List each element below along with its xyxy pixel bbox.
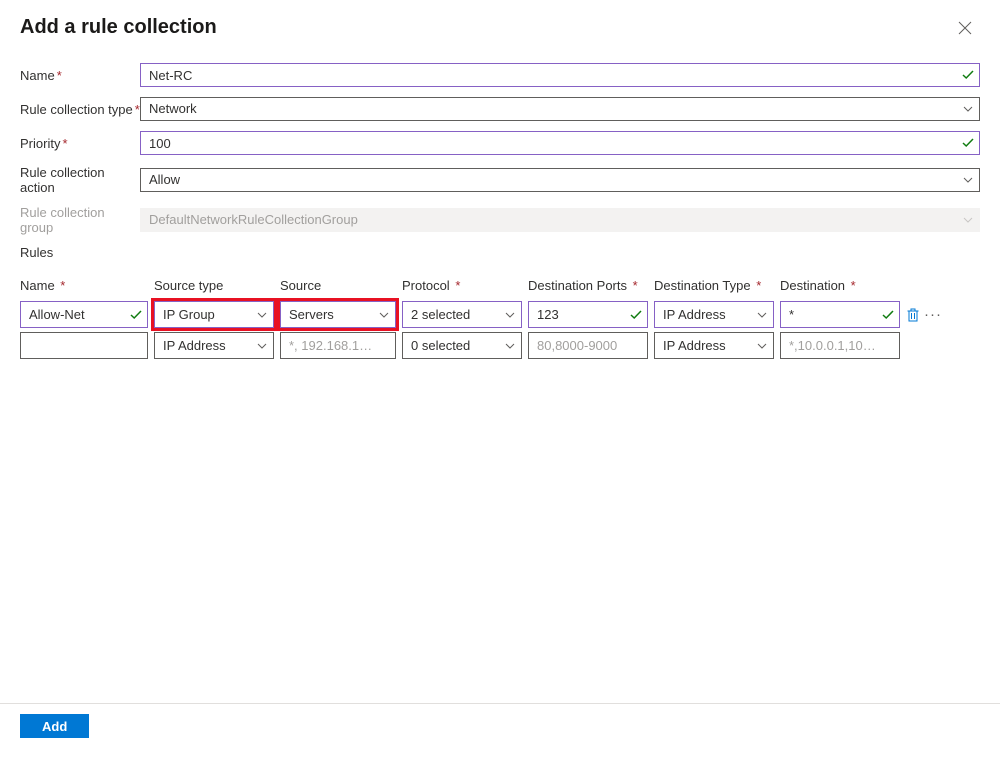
rule-source-select[interactable]: Servers xyxy=(280,301,396,328)
priority-field[interactable] xyxy=(140,131,980,155)
rule-dest-ports-field[interactable] xyxy=(528,301,648,328)
table-row: IP Group Servers 2 selected IP Address xyxy=(20,301,980,328)
column-dest-ports: Destination Ports * xyxy=(528,278,648,293)
column-destination: Destination * xyxy=(780,278,900,293)
rule-destination-field[interactable] xyxy=(780,332,900,359)
rule-protocol-select[interactable]: 2 selected xyxy=(402,301,522,328)
column-source: Source xyxy=(280,278,396,293)
rule-dest-ports-field[interactable] xyxy=(528,332,648,359)
rule-source-type-select[interactable]: IP Group xyxy=(154,301,274,328)
column-name: Name * xyxy=(20,278,148,293)
close-button[interactable] xyxy=(950,17,980,39)
rules-heading: Rules xyxy=(20,245,980,260)
dialog-title: Add a rule collection xyxy=(20,16,217,39)
footer-divider xyxy=(0,703,1000,704)
rules-table-header: Name * Source type Source Protocol * Des… xyxy=(20,278,980,293)
priority-label: Priority* xyxy=(20,136,140,151)
add-button[interactable]: Add xyxy=(20,714,89,738)
rule-name-field[interactable] xyxy=(20,301,148,328)
column-source-type: Source type xyxy=(154,278,274,293)
type-select[interactable]: Network xyxy=(140,97,980,121)
rule-protocol-select[interactable]: 0 selected xyxy=(402,332,522,359)
more-actions-button[interactable]: ··· xyxy=(924,307,942,322)
rule-source-field[interactable] xyxy=(280,332,396,359)
trash-icon xyxy=(906,308,920,322)
delete-rule-button[interactable] xyxy=(906,308,920,322)
type-label: Rule collection type* xyxy=(20,102,140,117)
action-label: Rule collection action xyxy=(20,165,140,195)
group-label: Rule collection group xyxy=(20,205,140,235)
rule-source-type-select[interactable]: IP Address xyxy=(154,332,274,359)
rule-name-field[interactable] xyxy=(20,332,148,359)
name-field[interactable] xyxy=(140,63,980,87)
rule-dest-type-select[interactable]: IP Address xyxy=(654,301,774,328)
column-protocol: Protocol * xyxy=(402,278,522,293)
column-dest-type: Destination Type * xyxy=(654,278,774,293)
rule-destination-field[interactable] xyxy=(780,301,900,328)
table-row: IP Address 0 selected IP Address xyxy=(20,332,980,359)
rule-dest-type-select[interactable]: IP Address xyxy=(654,332,774,359)
close-icon xyxy=(958,21,972,35)
name-label: Name* xyxy=(20,68,140,83)
group-select: DefaultNetworkRuleCollectionGroup xyxy=(140,208,980,232)
action-select[interactable]: Allow xyxy=(140,168,980,192)
